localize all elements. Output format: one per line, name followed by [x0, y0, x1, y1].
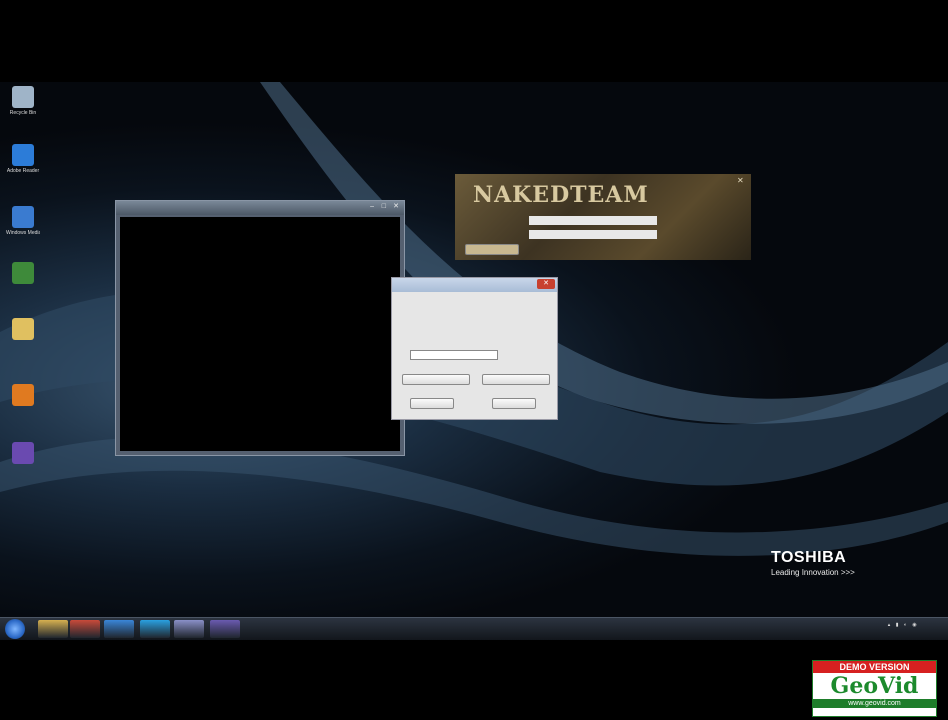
- desktop-icon[interactable]: [6, 318, 40, 342]
- watermark-url: www.geovid.com: [813, 699, 936, 708]
- activation-dialog[interactable]: ✕: [391, 277, 558, 420]
- close-icon[interactable]: ✕: [537, 279, 555, 289]
- system-tray[interactable]: ▴ ▮ ◐ ◉: [888, 622, 930, 628]
- toshiba-branding: TOSHIBA Leading Innovation >>>: [771, 549, 855, 577]
- desktop-icon[interactable]: [6, 384, 40, 408]
- desktop-icon[interactable]: Adobe Reader: [6, 144, 40, 174]
- app-window-icon[interactable]: [174, 620, 204, 638]
- tray-icons[interactable]: ▴ ▮ ◐ ◉: [888, 622, 919, 628]
- dialog-title-bar[interactable]: ✕: [392, 278, 557, 292]
- skype-icon[interactable]: [140, 620, 170, 638]
- keygen-close-icon[interactable]: ✕: [737, 176, 744, 185]
- media-player-icon: [12, 206, 34, 228]
- console-title-bar[interactable]: ‒ □ ✕: [116, 201, 404, 215]
- desktop-icon[interactable]: Recycle Bin: [6, 86, 40, 116]
- keygen-logo: NAKEDTEAM: [473, 182, 649, 208]
- ok-button[interactable]: [410, 398, 454, 409]
- desktop-icon[interactable]: [6, 262, 40, 286]
- ie-icon[interactable]: [104, 620, 134, 638]
- keygen-field-2[interactable]: [529, 230, 657, 239]
- desktop-icon-label: Adobe Reader: [6, 168, 40, 174]
- desktop-icon-label: Windows Media: [6, 230, 40, 236]
- brand-tagline: Leading Innovation >>>: [771, 568, 855, 577]
- minimize-icon[interactable]: ‒: [370, 203, 374, 211]
- keygen-window[interactable]: NAKEDTEAM ✕: [455, 174, 751, 260]
- close-icon[interactable]: ✕: [393, 203, 399, 211]
- app-icon: [12, 144, 34, 166]
- taskbar[interactable]: ▴ ▮ ◐ ◉: [0, 617, 948, 640]
- dialog-right-button[interactable]: [482, 374, 550, 385]
- explorer-icon[interactable]: [38, 620, 68, 638]
- folder-icon: [12, 318, 34, 340]
- geovid-watermark: DEMO VERSION GeoVid www.geovid.com: [812, 660, 937, 717]
- maximize-icon[interactable]: □: [382, 203, 386, 211]
- dialog-left-button[interactable]: [402, 374, 470, 385]
- game-icon: [12, 262, 34, 284]
- chrome-icon[interactable]: [70, 620, 100, 638]
- uninstall-icon: [12, 442, 34, 464]
- watermark-demo: DEMO VERSION: [813, 661, 936, 673]
- start-button[interactable]: [5, 619, 25, 639]
- watermark-logo: GeoVid: [830, 673, 919, 699]
- keygen-field-1[interactable]: [529, 216, 657, 225]
- dialog-input[interactable]: [410, 350, 498, 360]
- photo-icon: [12, 384, 34, 406]
- brand-name: TOSHIBA: [771, 549, 847, 566]
- recycle-bin-icon: [12, 86, 34, 108]
- desktop-icon-label: Recycle Bin: [9, 110, 37, 116]
- desktop-icon[interactable]: [6, 442, 40, 466]
- cancel-button[interactable]: [492, 398, 536, 409]
- desktop-icon[interactable]: Windows Media: [6, 206, 40, 236]
- app-window-icon[interactable]: [210, 620, 240, 638]
- keygen-generate-button[interactable]: [465, 244, 519, 255]
- console-output[interactable]: [120, 217, 400, 451]
- console-window[interactable]: ‒ □ ✕: [115, 200, 405, 456]
